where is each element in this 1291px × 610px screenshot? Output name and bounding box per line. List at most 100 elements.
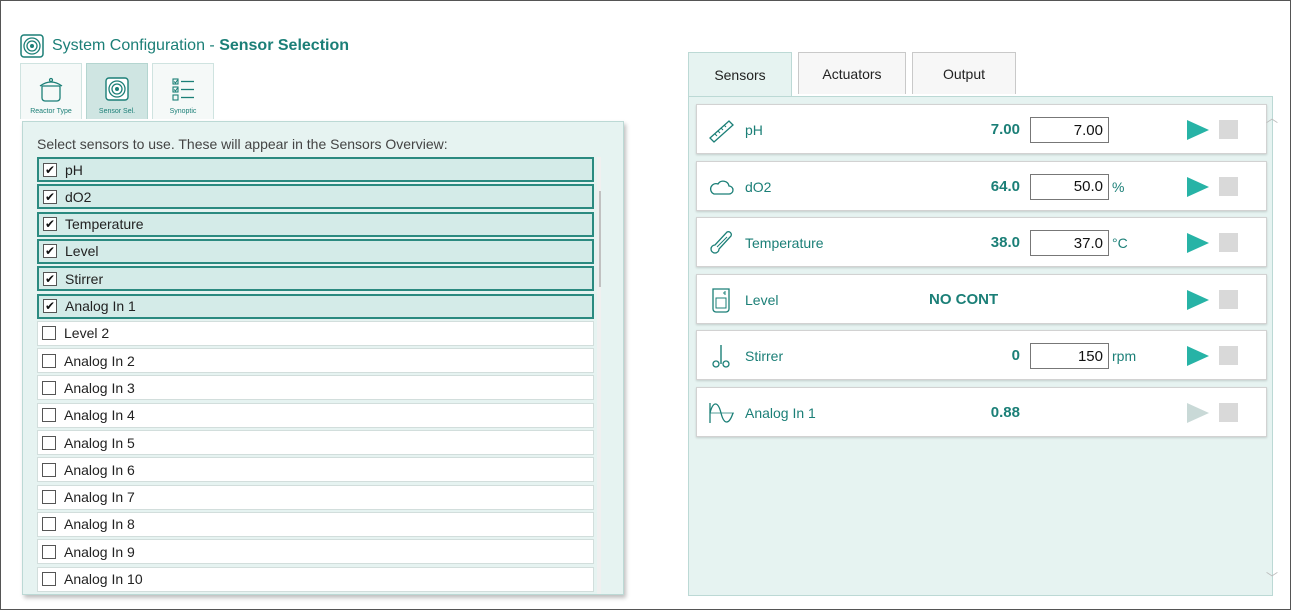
play-icon[interactable] bbox=[1187, 289, 1209, 310]
sensor-item-label: Analog In 2 bbox=[64, 352, 135, 369]
sensor-list[interactable]: ✔ pH ✔ dO2 ✔ Temperature ✔ Level ✔ Stirrer ✔ Analog… bbox=[37, 157, 601, 594]
overview-tabs: Sensors Actuators Output bbox=[688, 52, 1016, 96]
sensor-list-item[interactable]: Analog In 6 bbox=[37, 457, 594, 483]
sensor-checkbox[interactable] bbox=[42, 490, 56, 505]
scroll-down-arrow-icon[interactable]: ﹀ bbox=[599, 578, 601, 592]
sensor-checkbox[interactable]: ✔ bbox=[43, 271, 57, 286]
sensor-list-item[interactable]: Level 2 bbox=[37, 320, 594, 346]
setpoint-unit: % bbox=[1112, 178, 1125, 195]
sensor-value: 38.0 bbox=[990, 234, 1020, 251]
sensor-item-label: Level 2 bbox=[64, 325, 110, 342]
stop-icon[interactable] bbox=[1219, 120, 1238, 139]
scroll-down-arrow-icon[interactable]: ﹀ bbox=[1266, 569, 1278, 586]
sensor-name: Temperature bbox=[745, 235, 824, 251]
setpoint-input[interactable] bbox=[1030, 343, 1109, 369]
sensor-list-item[interactable]: ✔ Level bbox=[37, 238, 594, 264]
sensor-list-item[interactable]: Analog In 10 bbox=[37, 566, 594, 592]
setpoint-input[interactable] bbox=[1030, 230, 1109, 256]
sensor-checkbox[interactable]: ✔ bbox=[43, 299, 57, 313]
tab-actuators[interactable]: Actuators bbox=[798, 52, 906, 94]
sensor-checkbox[interactable] bbox=[42, 326, 56, 341]
instruction-text: Select sensors to use. These will appear… bbox=[37, 136, 448, 152]
sensor-item-label: Analog In 8 bbox=[64, 516, 135, 533]
sensor-rings-icon bbox=[105, 77, 129, 101]
beaker-icon bbox=[712, 287, 730, 313]
sensor-list-item[interactable]: ✔ dO2 bbox=[37, 184, 594, 210]
sensor-row: pH 7.00 bbox=[696, 104, 1267, 154]
sensor-checkbox[interactable]: ✔ bbox=[43, 162, 57, 177]
sensor-checkbox[interactable] bbox=[42, 380, 56, 395]
sensor-item-label: Analog In 1 bbox=[65, 298, 136, 314]
sensor-value: 0.88 bbox=[990, 403, 1020, 421]
stirrer-icon bbox=[712, 345, 730, 368]
sensor-item-label: Analog In 4 bbox=[64, 407, 135, 424]
sensor-name: pH bbox=[745, 122, 763, 138]
sensor-checkbox[interactable]: ✔ bbox=[43, 244, 57, 259]
stop-icon[interactable] bbox=[1219, 176, 1238, 196]
stop-icon[interactable] bbox=[1219, 289, 1238, 309]
stop-icon[interactable] bbox=[1219, 233, 1238, 252]
cloud-icon bbox=[710, 180, 734, 195]
sensor-list-item[interactable]: Analog In 4 bbox=[37, 402, 594, 428]
play-icon[interactable] bbox=[1187, 233, 1209, 253]
scrollbar-thumb[interactable] bbox=[599, 191, 601, 287]
tab-sensors[interactable]: Sensors bbox=[688, 52, 792, 96]
sensor-checkbox[interactable] bbox=[42, 408, 56, 423]
play-icon[interactable] bbox=[1187, 176, 1209, 197]
sensor-item-label: Analog In 5 bbox=[64, 434, 135, 451]
sensor-row: Level NO CONT bbox=[696, 273, 1267, 324]
sensor-item-label: Stirrer bbox=[65, 270, 104, 287]
sensor-checkbox[interactable] bbox=[42, 462, 56, 477]
sensor-item-label: Analog In 3 bbox=[64, 379, 135, 396]
setpoint-input[interactable] bbox=[1030, 117, 1109, 143]
play-icon[interactable] bbox=[1187, 402, 1209, 423]
sensor-checkbox[interactable]: ✔ bbox=[43, 217, 57, 232]
sensor-list-item[interactable]: ✔ Analog In 1 bbox=[37, 293, 594, 319]
list-scrollbar[interactable]: ︿ ﹀ bbox=[597, 157, 601, 594]
sensor-list-item[interactable]: ✔ pH bbox=[37, 157, 594, 182]
sensor-list-item[interactable]: Analog In 7 bbox=[37, 484, 594, 510]
sensor-item-label: Analog In 9 bbox=[64, 543, 135, 560]
sensor-value: 7.00 bbox=[990, 121, 1020, 138]
sensor-checkbox[interactable] bbox=[42, 544, 56, 559]
sensor-checkbox[interactable] bbox=[42, 517, 56, 532]
sensor-list-item[interactable]: Analog In 8 bbox=[37, 511, 594, 537]
sensor-list-item[interactable]: ✔ Stirrer bbox=[37, 266, 594, 292]
sensor-item-label: Level bbox=[65, 243, 99, 260]
play-icon[interactable] bbox=[1187, 120, 1209, 140]
tab-reactor-type[interactable]: Reactor Type bbox=[20, 63, 82, 119]
scroll-up-arrow-icon[interactable]: ︿ bbox=[1266, 109, 1278, 126]
tab-synoptic[interactable]: Synoptic bbox=[152, 63, 214, 119]
sensor-item-label: Analog In 10 bbox=[64, 571, 143, 587]
sensor-row: Stirrer 0 rpm bbox=[696, 330, 1267, 380]
play-icon[interactable] bbox=[1187, 346, 1209, 366]
sensor-list-item[interactable]: ✔ Temperature bbox=[37, 211, 594, 237]
sensor-list-item[interactable]: Analog In 3 bbox=[37, 375, 594, 401]
scroll-up-arrow-icon[interactable]: ︿ bbox=[599, 159, 601, 173]
config-tool-tabs: Reactor Type Sensor Sel. Synoptic bbox=[20, 63, 214, 121]
sine-wave-icon bbox=[709, 402, 734, 423]
sensor-rings-icon bbox=[20, 34, 44, 58]
sensors-overview-panel: pH 7.00 dO2 64.0% Temperature 38.0 °C Level NO C… bbox=[688, 96, 1278, 596]
tab-sensor-sel[interactable]: Sensor Sel. bbox=[86, 63, 148, 119]
sensor-list-item[interactable]: Analog In 9 bbox=[37, 539, 594, 565]
setpoint-input[interactable] bbox=[1030, 173, 1109, 200]
sensor-checkbox[interactable]: ✔ bbox=[43, 189, 57, 204]
sensor-item-label: pH bbox=[65, 161, 83, 178]
title-bold: Sensor Selection bbox=[219, 37, 350, 54]
sensor-list-item[interactable]: Analog In 5 bbox=[37, 430, 594, 455]
sensor-name: Level bbox=[745, 291, 779, 308]
sensor-list-item[interactable]: Analog In 2 bbox=[37, 348, 594, 374]
ruler-icon bbox=[709, 120, 734, 143]
sensor-value: 0 bbox=[1011, 347, 1020, 364]
sensor-checkbox[interactable] bbox=[42, 572, 56, 586]
stop-icon[interactable] bbox=[1219, 402, 1238, 422]
stop-icon[interactable] bbox=[1219, 346, 1238, 365]
sensor-item-label: dO2 bbox=[65, 188, 92, 205]
sensor-checkbox[interactable] bbox=[42, 353, 56, 368]
sensor-row: Analog In 1 0.88 bbox=[696, 386, 1267, 437]
tab-output[interactable]: Output bbox=[912, 52, 1016, 94]
thermometer-icon bbox=[710, 231, 732, 254]
sensor-checkbox[interactable] bbox=[42, 435, 56, 450]
sensor-name: Analog In 1 bbox=[745, 404, 816, 421]
